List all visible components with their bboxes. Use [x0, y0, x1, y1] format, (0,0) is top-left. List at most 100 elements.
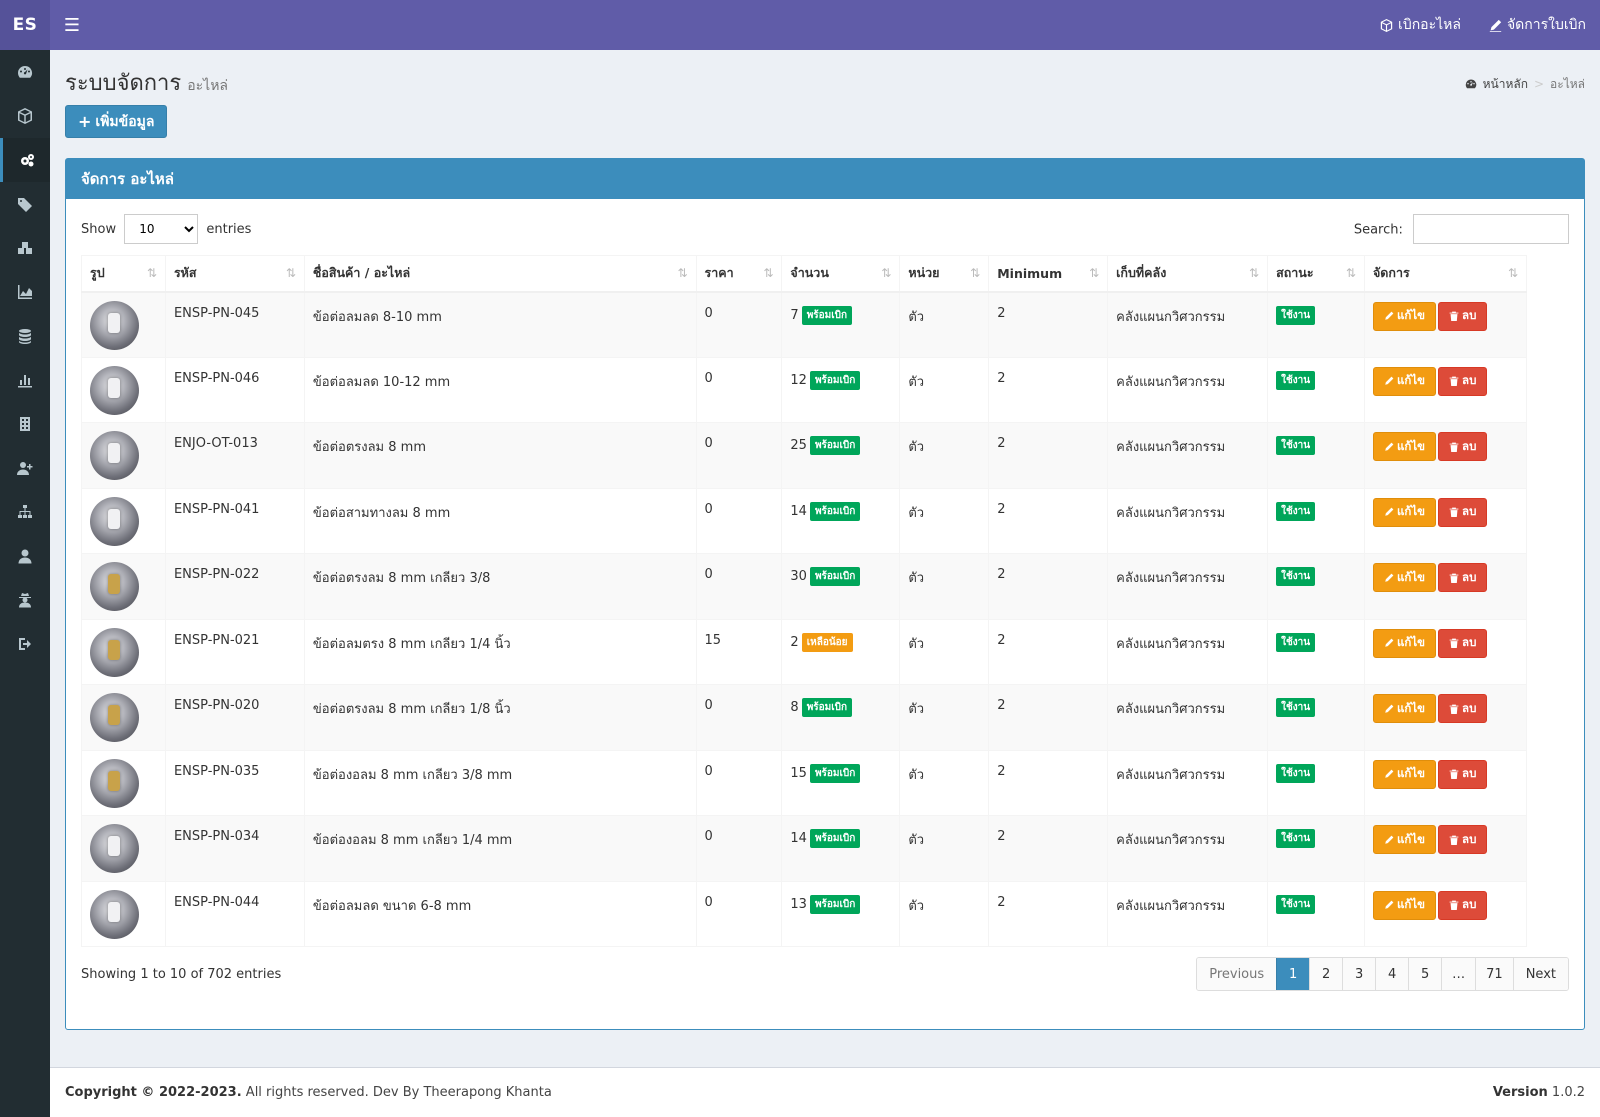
app-logo[interactable]: ES [0, 0, 50, 50]
name-cell: ข้อต่อลมลด 10-12 mm [304, 357, 697, 423]
breadcrumb-separator: > [1533, 77, 1545, 91]
column-header[interactable]: หน่วย ⇅ [899, 255, 990, 293]
sidebar-item-sign-out[interactable] [0, 622, 50, 666]
delete-button[interactable]: ลบ [1438, 759, 1488, 789]
price-cell: 0 [696, 815, 783, 882]
product-thumbnail[interactable] [90, 824, 139, 873]
sidebar-item-area-chart[interactable] [0, 270, 50, 314]
pagination-page[interactable]: 4 [1375, 958, 1409, 990]
column-header[interactable]: Minimum ⇅ [988, 255, 1109, 293]
delete-button[interactable]: ลบ [1438, 301, 1488, 331]
minimum-cell: 2 [988, 815, 1109, 882]
sidebar-item-gears[interactable] [0, 138, 50, 182]
edit-button[interactable]: แก้ไข [1372, 825, 1437, 854]
edit-label: แก้ไข [1396, 897, 1426, 911]
trash-icon [1449, 376, 1459, 386]
delete-button[interactable]: ลบ [1438, 563, 1488, 592]
stock-badge: พร้อมเบิก [809, 567, 861, 586]
code-cell: ENJO-OT-013 [165, 422, 305, 489]
code-cell: ENSP-PN-045 [165, 291, 305, 358]
pencil-icon [1385, 311, 1394, 320]
sidebar-toggle-icon[interactable]: ☰ [50, 0, 94, 50]
product-thumbnail[interactable] [90, 693, 139, 742]
breadcrumb-current: อะไหล่ [1550, 76, 1585, 91]
sidebar-item-bar-chart[interactable] [0, 358, 50, 402]
sidebar-item-cubes[interactable] [0, 226, 50, 270]
delete-button[interactable]: ลบ [1438, 890, 1488, 920]
edit-button[interactable]: แก้ไข [1372, 890, 1437, 920]
product-thumbnail[interactable] [90, 889, 139, 939]
product-thumbnail[interactable] [90, 758, 139, 808]
edit-button[interactable]: แก้ไข [1372, 694, 1437, 723]
warehouse-cell: คลังแผนกวิศวกรรม [1107, 815, 1269, 882]
stock-badge: พร้อมเบิก [809, 894, 861, 914]
delete-label: ลบ [1462, 700, 1477, 715]
delete-button[interactable]: ลบ [1438, 366, 1488, 396]
manage-requisitions-link[interactable]: จัดการใบเบิก [1475, 0, 1600, 50]
delete-button[interactable]: ลบ [1438, 497, 1488, 527]
edit-button[interactable]: แก้ไข [1372, 563, 1437, 592]
parts-box: จัดการ อะไหล่ Show 10 entries Search: รู… [65, 158, 1585, 1030]
delete-button[interactable]: ลบ [1438, 628, 1488, 658]
code-cell: ENSP-PN-035 [165, 750, 305, 816]
pagination-next[interactable]: Next [1512, 958, 1568, 990]
add-item-button[interactable]: + เพิ่มข้อมูล [65, 105, 168, 138]
pagination-page[interactable]: 71 [1475, 958, 1513, 990]
table-row: ENSP-PN-041 ข้อต่อสามทางลม 8 mm 0 14 พร้อมเบ… [81, 488, 1528, 554]
product-thumbnail[interactable] [90, 562, 139, 611]
column-header-label: รูป [90, 265, 105, 281]
column-header[interactable]: สถานะ ⇅ [1267, 255, 1365, 293]
pagination-previous[interactable]: Previous [1197, 958, 1277, 990]
table-row: ENSP-PN-022 ข้อต่อตรงลม 8 mm เกลียว 3/8 0 3… [81, 553, 1528, 620]
delete-button[interactable]: ลบ [1438, 432, 1488, 461]
sidebar-item-user[interactable] [0, 534, 50, 578]
status-badge: ใช้งาน [1276, 829, 1316, 848]
edit-button[interactable]: แก้ไข [1372, 301, 1437, 331]
column-header[interactable]: เก็บที่คลัง ⇅ [1107, 255, 1269, 293]
pagination-page[interactable]: 2 [1309, 958, 1343, 990]
column-header[interactable]: รหัส ⇅ [165, 255, 305, 293]
withdraw-parts-link[interactable]: เบิกอะไหล่ [1366, 0, 1475, 50]
column-header[interactable]: ราคา ⇅ [696, 255, 783, 293]
product-thumbnail[interactable] [90, 496, 139, 546]
table-info: Showing 1 to 10 of 702 entries [81, 966, 282, 982]
name-cell: ข้อต่องอลม 8 mm เกลียว 1/4 mm [304, 815, 697, 882]
page-length-select[interactable]: 10 [124, 214, 199, 244]
column-header[interactable]: ชื่อสินค้า / อะไหล่ ⇅ [304, 255, 697, 293]
sidebar-item-user-secret[interactable] [0, 578, 50, 622]
search-input[interactable] [1413, 214, 1569, 244]
sidebar-item-sitemap[interactable] [0, 490, 50, 534]
pagination-page[interactable]: 5 [1408, 958, 1442, 990]
edit-button[interactable]: แก้ไข [1372, 432, 1437, 461]
pagination-page[interactable]: 3 [1342, 958, 1376, 990]
product-thumbnail[interactable] [90, 431, 139, 480]
breadcrumb-home[interactable]: หน้าหลัก [1483, 75, 1528, 94]
edit-button[interactable]: แก้ไข [1372, 366, 1437, 396]
trash-icon [1449, 638, 1459, 648]
sidebar-item-building[interactable] [0, 402, 50, 446]
edit-button[interactable]: แก้ไข [1372, 759, 1437, 789]
stock-badge: พร้อมเบิก [801, 305, 853, 325]
delete-label: ลบ [1462, 373, 1477, 387]
edit-button[interactable]: แก้ไข [1372, 628, 1437, 658]
sort-icon: ⇅ [677, 266, 688, 280]
sidebar-item-database[interactable] [0, 314, 50, 358]
column-header[interactable]: จัดการ ⇅ [1364, 255, 1528, 293]
column-header[interactable]: รูป ⇅ [81, 255, 166, 293]
qty-cell: 8 พร้อมเบิก [781, 684, 901, 751]
pencil-icon [1385, 442, 1394, 451]
column-header[interactable]: จำนวน ⇅ [781, 255, 901, 293]
product-thumbnail[interactable] [90, 365, 139, 415]
delete-button[interactable]: ลบ [1438, 694, 1488, 723]
qty-value: 2 [790, 634, 799, 650]
sidebar-item-tags[interactable] [0, 182, 50, 226]
delete-button[interactable]: ลบ [1438, 825, 1488, 854]
product-thumbnail[interactable] [90, 300, 139, 350]
pagination-page[interactable]: 1 [1276, 958, 1310, 990]
sidebar-item-box[interactable] [0, 94, 50, 138]
warehouse-cell: คลังแผนกวิศวกรรม [1107, 488, 1269, 554]
sidebar-item-dashboard[interactable] [0, 50, 50, 94]
product-thumbnail[interactable] [90, 627, 139, 677]
sidebar-item-user-plus[interactable] [0, 446, 50, 490]
edit-button[interactable]: แก้ไข [1372, 497, 1437, 527]
